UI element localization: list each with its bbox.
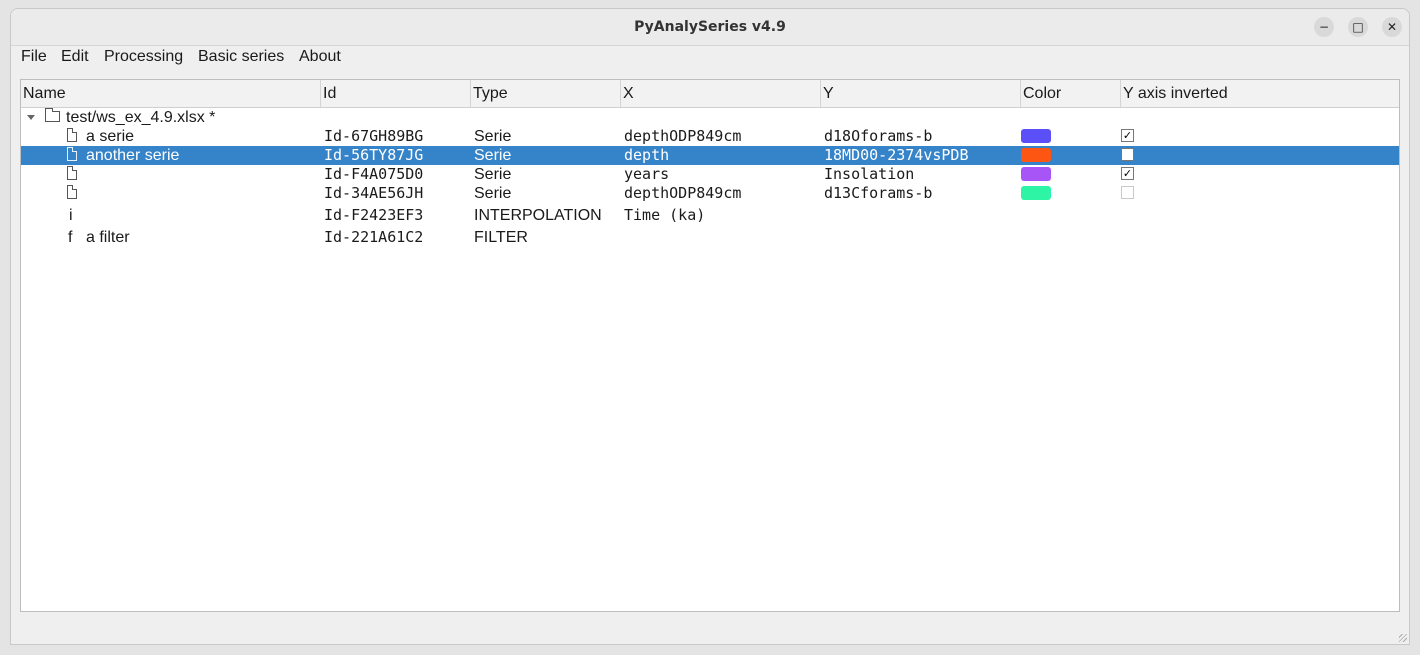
app-window: PyAnalySeries v4.9 − □ ✕ File Edit Proce… bbox=[10, 8, 1410, 645]
row-id: Id-221A61C2 bbox=[324, 228, 424, 246]
close-button[interactable]: ✕ bbox=[1382, 17, 1402, 37]
y-axis-inverted-checkbox[interactable]: ✓ bbox=[1121, 167, 1134, 180]
series-tree-view[interactable]: Name Id Type X Y Color Y axis inverted t… bbox=[20, 79, 1400, 612]
row-id: Id-F4A075D0 bbox=[324, 165, 424, 183]
status-bar bbox=[11, 614, 1409, 644]
column-header-x[interactable]: X bbox=[621, 80, 821, 107]
series-row[interactable]: Id-34AE56JH Serie depthODP849cm d13Cfora… bbox=[21, 184, 1399, 203]
y-axis-inverted-checkbox[interactable]: ✓ bbox=[1121, 129, 1134, 142]
file-icon bbox=[67, 166, 77, 180]
row-y: Insolation bbox=[824, 165, 915, 183]
menu-processing[interactable]: Processing bbox=[104, 48, 183, 66]
row-name: a filter bbox=[86, 229, 130, 246]
interpolation-row[interactable]: i Id-F2423EF3 INTERPOLATION Time (ka) bbox=[21, 206, 1399, 225]
resize-grip-icon[interactable] bbox=[1399, 634, 1407, 642]
row-x: Time (ka) bbox=[624, 206, 706, 224]
filter-row[interactable]: f a filter Id-221A61C2 FILTER bbox=[21, 228, 1399, 247]
color-swatch[interactable] bbox=[1021, 167, 1051, 181]
color-swatch[interactable] bbox=[1021, 148, 1051, 162]
column-header-name[interactable]: Name bbox=[21, 80, 321, 107]
minimize-button[interactable]: − bbox=[1314, 17, 1334, 37]
title-bar[interactable]: PyAnalySeries v4.9 − □ ✕ bbox=[11, 9, 1409, 46]
row-x: years bbox=[624, 165, 670, 183]
maximize-button[interactable]: □ bbox=[1348, 17, 1368, 37]
row-type: INTERPOLATION bbox=[474, 207, 602, 224]
file-icon bbox=[67, 147, 77, 161]
folder-icon bbox=[45, 108, 60, 122]
menu-edit[interactable]: Edit bbox=[61, 48, 89, 66]
workspace-name: test/ws_ex_4.9.xlsx * bbox=[66, 109, 216, 126]
row-id: Id-56TY87JG bbox=[324, 146, 424, 164]
row-type: Serie bbox=[474, 185, 512, 202]
expand-arrow-icon[interactable] bbox=[27, 115, 35, 120]
row-x: depthODP849cm bbox=[624, 127, 742, 145]
row-y: d13Cforams-b bbox=[824, 184, 933, 202]
color-swatch[interactable] bbox=[1021, 129, 1051, 143]
column-header-y[interactable]: Y bbox=[821, 80, 1021, 107]
menu-file[interactable]: File bbox=[21, 48, 47, 66]
column-header-y-axis-inverted[interactable]: Y axis inverted bbox=[1121, 80, 1399, 107]
color-swatch[interactable] bbox=[1021, 186, 1051, 200]
tree-header: Name Id Type X Y Color Y axis inverted bbox=[21, 80, 1399, 108]
y-axis-inverted-checkbox[interactable] bbox=[1121, 148, 1134, 161]
row-id: Id-F2423EF3 bbox=[324, 206, 424, 224]
row-type: Serie bbox=[474, 166, 512, 183]
series-row[interactable]: Id-F4A075D0 Serie years Insolation ✓ bbox=[21, 165, 1399, 184]
file-icon bbox=[67, 128, 77, 142]
workspace-row[interactable]: test/ws_ex_4.9.xlsx * bbox=[21, 108, 1399, 127]
filter-icon: f bbox=[68, 229, 73, 246]
row-type: Serie bbox=[474, 147, 512, 164]
row-x: depth bbox=[624, 146, 670, 164]
row-y: d18Oforams-b bbox=[824, 127, 933, 145]
column-header-id[interactable]: Id bbox=[321, 80, 471, 107]
series-row[interactable]: another serie Id-56TY87JG Serie depth 18… bbox=[21, 146, 1399, 165]
row-name: a serie bbox=[86, 128, 135, 145]
window-title: PyAnalySeries v4.9 bbox=[634, 19, 786, 35]
y-axis-inverted-checkbox[interactable] bbox=[1121, 186, 1134, 199]
row-type: FILTER bbox=[474, 229, 528, 246]
row-y: 18MD00-2374vsPDB bbox=[824, 146, 969, 164]
series-row[interactable]: a serie Id-67GH89BG Serie depthODP849cm … bbox=[21, 127, 1399, 146]
file-icon bbox=[67, 185, 77, 199]
row-id: Id-67GH89BG bbox=[324, 127, 424, 145]
row-x: depthODP849cm bbox=[624, 184, 742, 202]
menu-basic-series[interactable]: Basic series bbox=[198, 48, 284, 66]
row-name: another serie bbox=[86, 147, 180, 164]
row-id: Id-34AE56JH bbox=[324, 184, 424, 202]
row-type: Serie bbox=[474, 128, 512, 145]
menu-about[interactable]: About bbox=[299, 48, 341, 66]
interpolation-icon: i bbox=[69, 207, 73, 224]
menu-bar: File Edit Processing Basic series About bbox=[11, 46, 1409, 70]
column-header-type[interactable]: Type bbox=[471, 80, 621, 107]
column-header-color[interactable]: Color bbox=[1021, 80, 1121, 107]
